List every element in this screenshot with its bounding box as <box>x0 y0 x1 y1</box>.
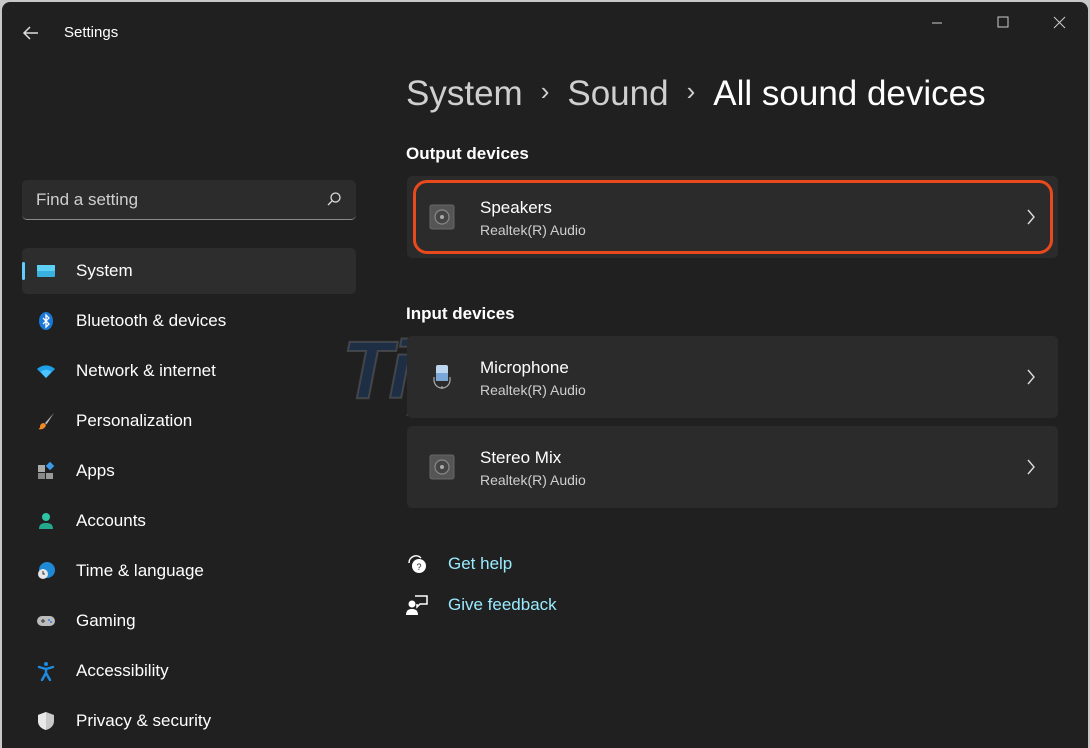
breadcrumb-sound[interactable]: Sound <box>567 74 668 113</box>
shield-icon <box>38 712 54 730</box>
title-bar: Settings <box>2 2 1088 46</box>
gamepad-icon <box>37 616 55 626</box>
sidebar-item-personalization[interactable]: Personalization <box>22 398 356 444</box>
sidebar-item-gaming[interactable]: Gaming <box>22 598 356 644</box>
sidebar-item-network[interactable]: Network & internet <box>22 348 356 394</box>
app-title: Settings <box>64 24 119 41</box>
breadcrumb-system[interactable]: System <box>406 74 523 113</box>
device-card-microphone[interactable]: Microphone Realtek(R) Audio <box>407 336 1058 418</box>
sidebar-item-system[interactable]: System <box>22 248 356 294</box>
sidebar-item-label: Privacy & security <box>76 711 212 730</box>
give-feedback-link[interactable]: Give feedback <box>406 594 557 616</box>
sidebar-nav: System Bluetooth & devices Network & int… <box>22 248 356 748</box>
close-icon <box>1053 16 1066 29</box>
svg-text:?: ? <box>416 562 421 572</box>
sidebar-item-label: Time & language <box>76 561 204 580</box>
active-indicator <box>22 262 25 280</box>
sidebar-item-label: Personalization <box>76 411 193 430</box>
sidebar-item-time-language[interactable]: Time & language <box>22 548 356 594</box>
help-icon: ? <box>408 555 426 573</box>
sidebar-item-apps[interactable]: Apps <box>22 448 356 494</box>
chevron-right-icon <box>1027 369 1035 385</box>
search-icon[interactable] <box>326 191 342 207</box>
device-card-stereo-mix[interactable]: Stereo Mix Realtek(R) Audio <box>407 426 1058 508</box>
sidebar-item-label: System <box>76 261 133 280</box>
wifi-icon <box>37 365 55 378</box>
sidebar-item-accounts[interactable]: Accounts <box>22 498 356 544</box>
sidebar-item-label: Gaming <box>76 611 136 630</box>
chevron-right-icon <box>1027 209 1035 225</box>
sidebar-item-privacy-security[interactable]: Privacy & security <box>22 698 356 744</box>
accessibility-icon <box>37 662 55 681</box>
sidebar-item-label: Accounts <box>76 511 146 530</box>
back-button[interactable] <box>20 22 42 44</box>
page-title: All sound devices <box>713 74 986 113</box>
sidebar-item-label: Bluetooth & devices <box>76 311 227 330</box>
give-feedback-label: Give feedback <box>448 595 557 614</box>
bluetooth-icon <box>39 312 53 330</box>
person-icon <box>39 513 53 529</box>
get-help-label: Get help <box>448 554 513 573</box>
output-devices-heading: Output devices <box>406 144 529 163</box>
paintbrush-icon <box>38 413 54 430</box>
search-box <box>22 180 356 220</box>
input-devices-heading: Input devices <box>406 304 515 323</box>
device-name: Microphone <box>480 358 569 377</box>
device-name: Stereo Mix <box>480 448 562 467</box>
minimize-button[interactable] <box>914 10 960 40</box>
device-driver: Realtek(R) Audio <box>480 472 586 488</box>
speaker-icon <box>429 204 455 230</box>
apps-icon <box>38 461 55 479</box>
breadcrumb-separator: › <box>540 76 550 107</box>
globe-clock-icon <box>38 562 55 579</box>
chevron-right-icon <box>1027 459 1035 475</box>
sidebar-item-accessibility[interactable]: Accessibility <box>22 648 356 694</box>
minimize-icon <box>932 22 942 24</box>
device-name: Speakers <box>480 198 552 217</box>
device-card-speakers[interactable]: Speakers Realtek(R) Audio <box>407 176 1058 258</box>
sidebar-item-label: Apps <box>76 461 115 480</box>
device-driver: Realtek(R) Audio <box>480 222 586 238</box>
settings-window: Settings System Bluetooth & devices Netw… <box>2 2 1088 748</box>
sidebar-item-bluetooth[interactable]: Bluetooth & devices <box>22 298 356 344</box>
sidebar-item-label: Network & internet <box>76 361 216 380</box>
breadcrumb: System › Sound › All sound devices <box>406 74 986 114</box>
device-driver: Realtek(R) Audio <box>480 382 586 398</box>
microphone-icon <box>433 365 451 389</box>
system-icon <box>37 265 55 277</box>
breadcrumb-separator: › <box>686 76 696 107</box>
search-input[interactable] <box>22 180 328 220</box>
arrow-left-icon <box>22 26 38 40</box>
speaker-icon <box>429 454 455 480</box>
maximize-icon <box>997 16 1009 28</box>
feedback-icon <box>406 595 428 615</box>
sidebar-item-label: Accessibility <box>76 661 169 680</box>
maximize-button[interactable] <box>980 10 1026 40</box>
get-help-link[interactable]: ? Get help <box>406 553 512 575</box>
close-button[interactable] <box>1036 10 1082 40</box>
